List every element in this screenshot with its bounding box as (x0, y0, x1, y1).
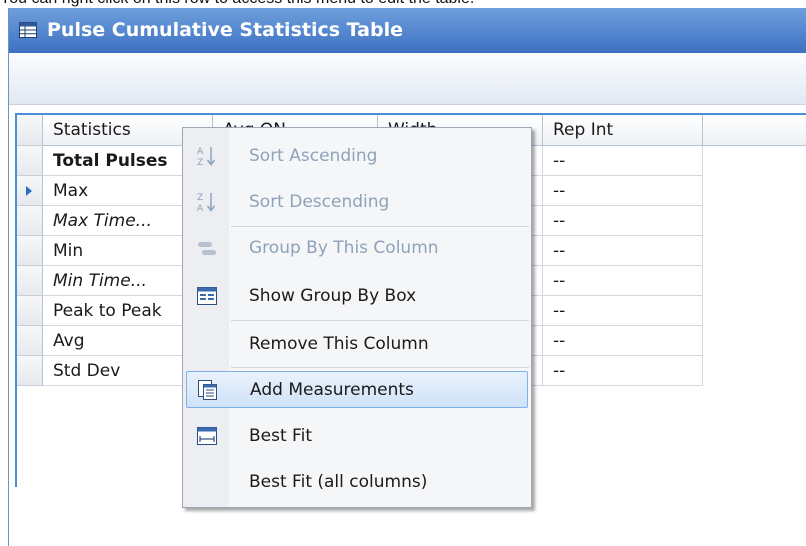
column-header-empty (703, 115, 806, 146)
svg-text:A: A (197, 147, 204, 157)
table-icon (19, 22, 37, 38)
group-by-icon (198, 242, 216, 255)
menu-item-label: Best Fit (all columns) (249, 472, 428, 492)
table-row-rep-int[interactable]: -- (543, 296, 703, 326)
menu-item-remove-column[interactable]: Remove This Column (186, 326, 528, 363)
window-title: Pulse Cumulative Statistics Table (47, 19, 403, 41)
menu-item-label: Remove This Column (249, 334, 429, 354)
menu-item-group-by-column[interactable]: Group By This Column (186, 230, 528, 267)
menu-item-sort-ascending[interactable]: A Z Sort Ascending (186, 138, 528, 175)
column-header-rep-int[interactable]: Rep Int (543, 115, 703, 146)
menu-item-best-fit[interactable]: Best Fit (186, 418, 528, 455)
menu-item-label: Best Fit (249, 426, 312, 446)
menu-separator (231, 367, 529, 368)
sort-descending-icon: Z A (197, 193, 216, 213)
menu-item-label: Sort Descending (249, 192, 390, 212)
menu-separator (231, 226, 529, 227)
add-measurements-icon (198, 380, 217, 400)
menu-item-best-fit-all[interactable]: Best Fit (all columns) (186, 464, 528, 501)
menu-separator (231, 320, 529, 321)
table-row-rep-int[interactable]: -- (543, 206, 703, 236)
row-selector[interactable] (17, 146, 43, 176)
menu-item-label: Add Measurements (250, 380, 414, 400)
table-row-rep-int[interactable]: -- (543, 236, 703, 266)
row-selector[interactable] (17, 266, 43, 296)
header-corner[interactable] (17, 115, 43, 146)
table-row-rep-int[interactable]: -- (543, 266, 703, 296)
row-selector[interactable] (17, 236, 43, 266)
row-selector[interactable] (17, 296, 43, 326)
toolbar-area (9, 53, 806, 105)
table-row-rep-int[interactable]: -- (543, 326, 703, 356)
svg-text:A: A (197, 204, 204, 213)
table-row-rep-int[interactable]: -- (543, 356, 703, 386)
row-selector[interactable] (17, 356, 43, 386)
menu-item-label: Group By This Column (249, 238, 439, 258)
context-menu: A Z Sort Ascending Z A Sort Descending G… (182, 127, 532, 508)
menu-item-sort-descending[interactable]: Z A Sort Descending (186, 184, 528, 221)
menu-item-add-measurements[interactable]: Add Measurements (186, 371, 528, 408)
window-titlebar: Pulse Cumulative Statistics Table (9, 8, 806, 53)
group-by-box-icon (197, 287, 217, 305)
best-fit-icon (197, 427, 217, 445)
menu-item-show-group-by-box[interactable]: Show Group By Box (186, 278, 528, 315)
current-row-arrow-icon (26, 186, 32, 196)
row-selector[interactable] (17, 206, 43, 236)
svg-text:Z: Z (197, 158, 203, 167)
row-selector[interactable] (17, 326, 43, 356)
menu-item-label: Show Group By Box (249, 286, 417, 306)
sort-ascending-icon: A Z (197, 147, 216, 167)
table-row-rep-int[interactable]: -- (543, 176, 703, 206)
table-row-rep-int[interactable]: -- (543, 146, 703, 176)
menu-item-label: Sort Ascending (249, 146, 378, 166)
svg-text:Z: Z (197, 193, 203, 203)
row-selector-current[interactable] (17, 176, 43, 206)
